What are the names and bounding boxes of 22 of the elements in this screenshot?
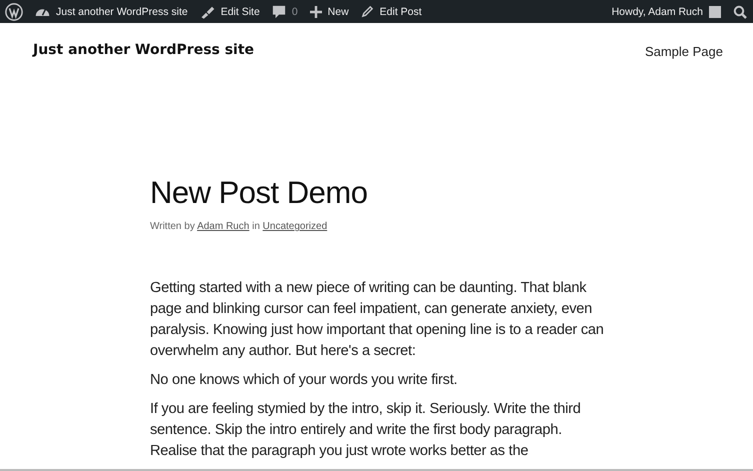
nav-link[interactable]: Sample Page: [644, 44, 723, 58]
site-title[interactable]: Just another WordPress site: [33, 42, 254, 58]
category-link[interactable]: Uncategorized: [262, 221, 328, 232]
paragraph: Getting started with a new piece of writing can be daunting. That blank page and blinking cursor can feel impatient, can generate anxiety, even paralysis. Knowing just how important that opening line is to a reader can overwhelm any author. But here's a secret:: [150, 279, 605, 361]
avatar-placeholder: [709, 6, 721, 18]
admin-bar-item[interactable]: Edit Site: [200, 4, 260, 18]
search-icon[interactable]: [733, 4, 747, 18]
pencil-icon: [360, 5, 374, 18]
account-menu[interactable]: Howdy, Adam Ruch: [612, 6, 721, 18]
admin-bar-item[interactable]: New: [310, 6, 349, 18]
wordpress-logo-icon[interactable]: [5, 2, 23, 20]
admin-bar-item[interactable]: Edit Post: [360, 5, 422, 18]
post-title: New Post Demo: [150, 174, 368, 212]
author-link[interactable]: Adam Ruch: [197, 221, 250, 232]
comment-icon: [272, 4, 286, 18]
paragraph: No one knows which of your words you write first.: [150, 371, 458, 390]
post-meta: Written by Adam Ruch in Uncategorized: [150, 221, 328, 232]
admin-bar-item[interactable]: 0: [272, 4, 298, 18]
paragraph: If you are feeling stymied by the intro, skip it. Seriously. Write the third sentence. Skip the intro entirely and write the first body paragraph. Realise that the paragraph you just wrote works better as the: [150, 400, 582, 461]
brush-icon: [200, 4, 215, 18]
admin-bar-item[interactable]: Just another WordPress site: [35, 5, 188, 18]
plus-icon: [310, 6, 322, 18]
